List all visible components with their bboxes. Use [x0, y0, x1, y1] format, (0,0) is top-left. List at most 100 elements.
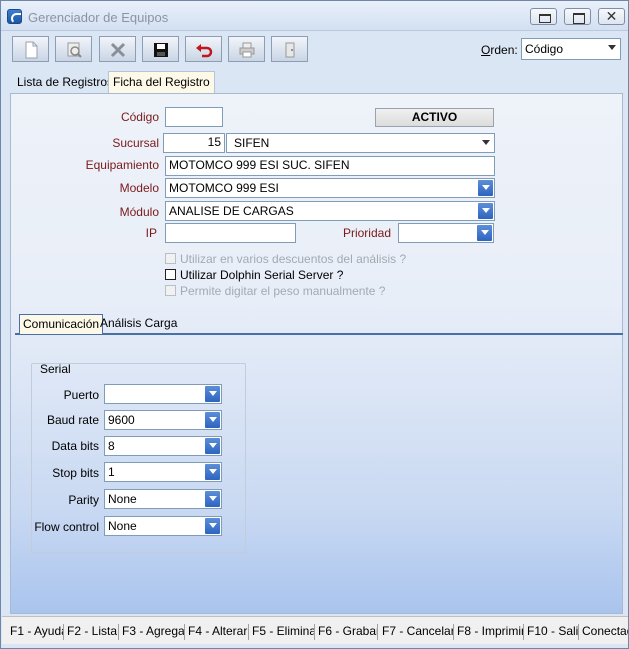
- codigo-input[interactable]: [165, 107, 223, 127]
- undo-icon: [196, 44, 213, 58]
- tab-ficha-registro[interactable]: Ficha del Registro: [108, 71, 215, 93]
- modelo-label: Modelo: [119, 181, 159, 195]
- chevron-down-icon[interactable]: [478, 180, 493, 196]
- preview-button[interactable]: [55, 36, 92, 62]
- modulo-label: Módulo: [119, 205, 159, 219]
- equipamiento-label: Equipamiento: [85, 158, 159, 172]
- stop-bits-select[interactable]: 1: [104, 462, 222, 482]
- chevron-down-icon[interactable]: [604, 40, 619, 58]
- ip-input[interactable]: [165, 223, 296, 243]
- data-bits-label: Data bits: [51, 439, 99, 453]
- puerto-label: Puerto: [63, 388, 99, 402]
- fkey-salir[interactable]: F10 - Salir: [527, 624, 579, 640]
- chevron-down-icon[interactable]: [205, 518, 220, 534]
- sucursal-label: Sucursal: [112, 136, 159, 150]
- print-icon: [239, 42, 255, 58]
- modelo-value: MOTOMCO 999 ESI: [169, 181, 279, 195]
- tab-label: Lista de Registros: [17, 75, 114, 89]
- status-bar: F1 - Ayuda F2 - Lista F3 - Agregar F4 - …: [2, 616, 628, 644]
- chevron-down-icon[interactable]: [205, 438, 220, 454]
- chevron-down-icon[interactable]: [205, 464, 220, 480]
- flow-control-value: None: [108, 519, 137, 533]
- parity-label: Parity: [68, 493, 99, 507]
- checkbox[interactable]: [165, 269, 176, 280]
- orden-label: Orden:: [481, 43, 518, 57]
- tab-lista-registros[interactable]: Lista de Registros: [13, 72, 117, 94]
- tab-label: Comunicación: [23, 317, 100, 331]
- chevron-down-icon[interactable]: [205, 386, 220, 402]
- tab-comunicacion[interactable]: Comunicación: [19, 314, 104, 334]
- prioridad-label: Prioridad: [342, 226, 391, 240]
- checkbox[interactable]: [165, 253, 176, 264]
- close-icon: ✕: [605, 8, 618, 24]
- modelo-select[interactable]: MOTOMCO 999 ESI: [165, 178, 495, 198]
- fkey-grabar[interactable]: F6 - Grabar: [318, 624, 378, 640]
- chk-varios-descuentos[interactable]: Utilizar en varios descuentos del anális…: [165, 252, 406, 266]
- chk-varios-label: Utilizar en varios descuentos del anális…: [180, 252, 407, 266]
- save-icon: [154, 43, 168, 57]
- tab-analisis-carga[interactable]: Análisis Carga: [97, 314, 180, 334]
- chevron-down-icon[interactable]: [477, 225, 492, 241]
- delete-icon: [110, 42, 126, 58]
- codigo-label: Código: [120, 110, 159, 124]
- chevron-down-icon[interactable]: [205, 412, 220, 428]
- chk-dolphin-serial[interactable]: Utilizar Dolphin Serial Server ?: [165, 268, 343, 282]
- stop-bits-value: 1: [108, 465, 115, 479]
- modulo-value: ANALISE DE CARGAS: [169, 204, 294, 218]
- modulo-select[interactable]: ANALISE DE CARGAS: [165, 201, 495, 221]
- fkey-alterar[interactable]: F4 - Alterar: [188, 624, 249, 640]
- title-bar[interactable]: Gerenciador de Equipos ✕: [1, 1, 628, 31]
- fkey-ayuda[interactable]: F1 - Ayuda: [10, 624, 64, 640]
- sucursal-select[interactable]: SIFEN: [226, 133, 495, 153]
- baud-rate-select[interactable]: 9600: [104, 410, 222, 430]
- status-badge: ACTIVO: [375, 108, 494, 127]
- close-button[interactable]: ✕: [598, 8, 625, 25]
- chevron-down-icon[interactable]: [478, 203, 493, 219]
- puerto-select[interactable]: [104, 384, 222, 404]
- stop-bits-label: Stop bits: [52, 466, 99, 480]
- fkey-agregar[interactable]: F3 - Agregar: [122, 624, 185, 640]
- tab-label: Ficha del Registro: [113, 75, 210, 89]
- connection-status: Conectado: [582, 624, 628, 638]
- fkey-imprimir[interactable]: F8 - Imprimir: [457, 624, 524, 640]
- window-title: Gerenciador de Equipos: [28, 10, 169, 25]
- checkbox[interactable]: [165, 285, 176, 296]
- sucursal-code-input[interactable]: 15: [163, 133, 225, 153]
- orden-select[interactable]: Código: [521, 38, 621, 60]
- baud-rate-label: Baud rate: [46, 413, 99, 427]
- orden-value: Código: [525, 42, 564, 56]
- new-icon: [25, 41, 38, 59]
- ip-label: IP: [145, 226, 157, 240]
- chk-peso-label: Permite digitar el peso manualmente ?: [180, 284, 386, 298]
- chevron-down-icon[interactable]: [205, 491, 220, 507]
- minimize-button[interactable]: [530, 8, 557, 25]
- toolbar: Orden: Código: [5, 34, 625, 67]
- prioridad-select[interactable]: [398, 223, 494, 243]
- flow-control-select[interactable]: None: [104, 516, 222, 536]
- sucursal-name: SIFEN: [234, 136, 270, 150]
- save-button[interactable]: [142, 36, 179, 62]
- baud-rate-value: 9600: [108, 413, 135, 427]
- chk-dolphin-label: Utilizar Dolphin Serial Server ?: [180, 268, 344, 282]
- print-button[interactable]: [228, 36, 265, 62]
- fkey-cancelar[interactable]: F7 - Cancelar: [382, 624, 454, 640]
- delete-button[interactable]: [99, 36, 136, 62]
- fkey-lista[interactable]: F2 - Lista: [67, 624, 119, 640]
- print-preview-icon: [67, 42, 82, 58]
- fkey-eliminar[interactable]: F5 - Eliminar: [252, 624, 315, 640]
- exit-button[interactable]: [271, 36, 308, 62]
- data-bits-value: 8: [108, 439, 115, 453]
- new-button[interactable]: [12, 36, 49, 62]
- exit-icon: [285, 42, 295, 58]
- chk-peso-manual[interactable]: Permite digitar el peso manualmente ?: [165, 284, 385, 298]
- equipamiento-input[interactable]: MOTOMCO 999 ESI SUC. SIFEN: [165, 156, 495, 176]
- tab-label: Análisis Carga: [100, 316, 178, 330]
- maximize-button[interactable]: [564, 8, 591, 25]
- undo-button[interactable]: [185, 36, 222, 62]
- parity-select[interactable]: None: [104, 489, 222, 509]
- serial-group-title: Serial: [40, 362, 71, 376]
- parity-value: None: [108, 492, 137, 506]
- data-bits-select[interactable]: 8: [104, 436, 222, 456]
- chevron-down-icon[interactable]: [478, 135, 493, 151]
- flow-control-label: Flow control: [34, 520, 99, 534]
